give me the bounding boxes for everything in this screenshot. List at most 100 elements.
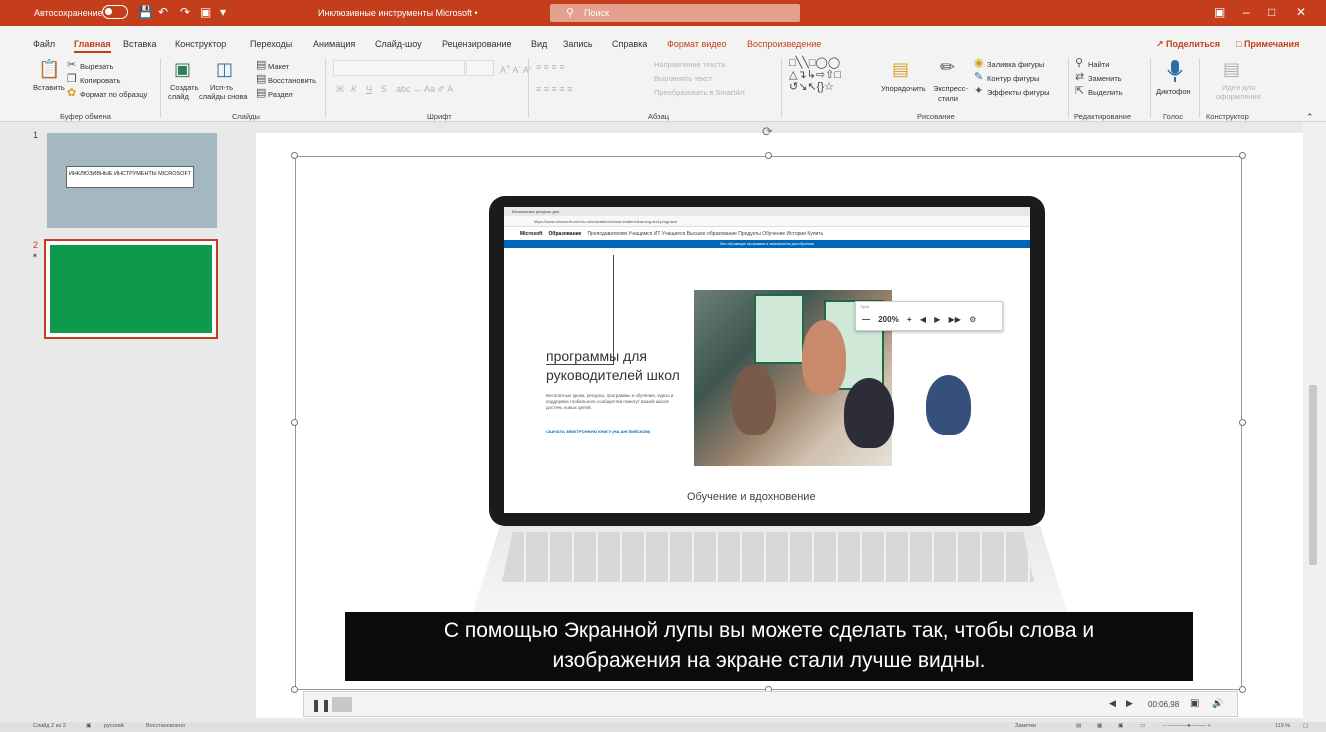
quick-styles-button-line2[interactable]: стили bbox=[938, 94, 958, 103]
scrollbar-thumb[interactable] bbox=[1309, 385, 1317, 565]
shape-effects-button[interactable]: Эффекты фигуры bbox=[987, 88, 1050, 97]
underline-button[interactable]: Ч bbox=[366, 84, 372, 94]
redo-icon[interactable]: ↷ bbox=[180, 5, 190, 19]
pause-icon[interactable]: ❚❚ bbox=[311, 698, 331, 712]
tab-playback[interactable]: Воспроизведение bbox=[747, 39, 821, 49]
zoom-slider[interactable]: – ─────●──── + bbox=[1163, 723, 1211, 729]
notes-button[interactable]: Заметки bbox=[1015, 723, 1036, 729]
reuse-slides-icon[interactable]: ◫ bbox=[216, 60, 233, 78]
spellcheck-icon[interactable]: ▣ bbox=[86, 723, 91, 729]
forward-icon[interactable]: ▶ bbox=[1126, 698, 1133, 709]
shape-effects-icon[interactable]: ✦ bbox=[974, 86, 983, 97]
paste-icon[interactable]: 📋 bbox=[38, 60, 60, 78]
shapes-gallery[interactable]: □╲╲□◯◯ △↴↳⇨⇧□ ↺↘↖{}☆ bbox=[789, 57, 841, 93]
italic-button[interactable]: К bbox=[351, 84, 356, 94]
paste-button[interactable]: Вставить bbox=[33, 83, 65, 92]
font-size-buttons[interactable]: A+ A- A⁄ bbox=[500, 62, 530, 75]
resize-handle[interactable] bbox=[1239, 152, 1246, 159]
share-button[interactable]: ↗ Поделиться bbox=[1156, 39, 1220, 50]
close-icon[interactable]: ✕ bbox=[1296, 5, 1306, 19]
shape-fill-icon[interactable]: ◉ bbox=[974, 58, 984, 69]
cut-icon[interactable]: ✂ bbox=[67, 60, 76, 71]
text-direction-button[interactable]: Направление текста bbox=[654, 60, 725, 69]
autosave-toggle[interactable] bbox=[102, 5, 128, 19]
layout-button[interactable]: Макет bbox=[268, 62, 289, 71]
undo-icon[interactable]: ↶ bbox=[158, 5, 168, 19]
slide-sorter-icon[interactable]: ▦ bbox=[1097, 723, 1102, 729]
list-buttons[interactable]: ≡ ≡ ≡ ≡ bbox=[536, 62, 565, 72]
tab-file[interactable]: Файл bbox=[33, 39, 55, 49]
new-slide-button-line2[interactable]: слайд bbox=[168, 92, 189, 101]
tab-record[interactable]: Запись bbox=[563, 39, 593, 49]
design-ideas-button-line2[interactable]: оформления bbox=[1216, 92, 1261, 101]
shape-fill-button[interactable]: Заливка фигуры bbox=[987, 60, 1044, 69]
shape-outline-icon[interactable]: ✎ bbox=[974, 72, 983, 83]
select-icon[interactable]: ⇱ bbox=[1075, 86, 1084, 97]
slideshow-view-icon[interactable]: ▭ bbox=[1140, 723, 1145, 729]
shadow-button[interactable]: S bbox=[381, 84, 387, 94]
quick-styles-icon[interactable]: ✏ bbox=[940, 58, 955, 76]
copy-button[interactable]: Копировать bbox=[80, 76, 120, 85]
resize-handle[interactable] bbox=[291, 419, 298, 426]
tab-transitions[interactable]: Переходы bbox=[250, 39, 292, 49]
dictate-button[interactable]: Диктофон bbox=[1156, 87, 1191, 96]
reuse-slides-button[interactable]: Исп-ть bbox=[210, 83, 233, 92]
arrange-button[interactable]: Упорядочить bbox=[881, 84, 926, 93]
tab-view[interactable]: Вид bbox=[531, 39, 547, 49]
reading-view-icon[interactable]: ▣ bbox=[1118, 723, 1123, 729]
tab-video-format[interactable]: Формат видео bbox=[667, 39, 727, 49]
microphone-icon[interactable] bbox=[1166, 60, 1184, 84]
reset-icon[interactable]: ▤ bbox=[256, 74, 266, 85]
find-icon[interactable]: ⚲ bbox=[1075, 58, 1083, 69]
rotate-handle-icon[interactable]: ⟳ bbox=[762, 124, 773, 140]
tab-slideshow[interactable]: Слайд-шоу bbox=[375, 39, 422, 49]
cut-button[interactable]: Вырезать bbox=[80, 62, 113, 71]
bold-button[interactable]: Ж bbox=[336, 84, 344, 94]
replace-button[interactable]: Заменить bbox=[1088, 74, 1122, 83]
customize-qat-icon[interactable]: ▾ bbox=[220, 5, 226, 19]
fit-slide-icon[interactable]: ▢ bbox=[1303, 723, 1308, 729]
design-ideas-icon[interactable]: ▤ bbox=[1223, 60, 1240, 78]
arrange-icon[interactable]: ▤ bbox=[892, 60, 909, 78]
tab-insert[interactable]: Вставка bbox=[123, 39, 156, 49]
find-button[interactable]: Найти bbox=[1088, 60, 1109, 69]
font-size-input[interactable] bbox=[466, 60, 494, 76]
align-buttons[interactable]: ≡ ≡ ≡ ≡ ≡ bbox=[536, 84, 572, 94]
new-slide-icon[interactable]: ▣ bbox=[174, 60, 191, 78]
comments-button[interactable]: □ Примечания bbox=[1236, 39, 1299, 49]
align-text-button[interactable]: Выровнять текст bbox=[654, 74, 712, 83]
resize-handle[interactable] bbox=[291, 152, 298, 159]
select-button[interactable]: Выделить bbox=[1088, 88, 1123, 97]
format-painter-button[interactable]: Формат по образцу bbox=[80, 90, 147, 99]
section-button[interactable]: Раздел bbox=[268, 90, 293, 99]
design-ideas-button[interactable]: Идеи для bbox=[1222, 83, 1255, 92]
font-name-input[interactable] bbox=[333, 60, 465, 76]
tab-design[interactable]: Конструктор bbox=[175, 39, 226, 49]
smartart-button[interactable]: Преобразовать в SmartArt bbox=[654, 88, 745, 97]
new-slide-button[interactable]: Создать bbox=[170, 83, 199, 92]
tab-home[interactable]: Главная bbox=[74, 39, 111, 53]
maximize-icon[interactable]: □ bbox=[1268, 5, 1275, 19]
normal-view-icon[interactable]: ▤ bbox=[1076, 723, 1081, 729]
layout-icon[interactable]: ▤ bbox=[256, 60, 266, 71]
slide-thumbnail-2[interactable] bbox=[44, 239, 218, 339]
vertical-scrollbar[interactable] bbox=[1303, 122, 1326, 722]
reuse-slides-button-line2[interactable]: слайды снова bbox=[199, 92, 247, 101]
slide-thumbnail-1[interactable]: ИНКЛЮЗИВНЫЕ ИНСТРУМЕНТЫ MICROSOFT bbox=[47, 133, 217, 228]
reset-button[interactable]: Восстановить bbox=[268, 76, 316, 85]
quick-styles-button[interactable]: Экспресс- bbox=[933, 84, 968, 93]
resize-handle[interactable] bbox=[765, 152, 772, 159]
section-icon[interactable]: ▤ bbox=[256, 88, 266, 99]
zoom-level[interactable]: 119 % bbox=[1275, 723, 1290, 729]
captions-icon[interactable]: ▣ bbox=[1190, 698, 1199, 709]
replace-icon[interactable]: ⇄ bbox=[1075, 72, 1084, 83]
resize-handle[interactable] bbox=[1239, 686, 1246, 693]
language-status[interactable]: русский bbox=[104, 723, 124, 729]
minimize-icon[interactable]: – bbox=[1243, 5, 1250, 19]
tab-review[interactable]: Рецензирование bbox=[442, 39, 512, 49]
copy-icon[interactable]: ❐ bbox=[67, 74, 77, 85]
search-box[interactable]: ⚲ Поиск bbox=[550, 4, 800, 22]
start-slideshow-icon[interactable]: ▣ bbox=[200, 5, 211, 19]
ribbon-display-icon[interactable]: ▣ bbox=[1214, 5, 1225, 19]
volume-icon[interactable]: 🔊 bbox=[1212, 698, 1223, 709]
